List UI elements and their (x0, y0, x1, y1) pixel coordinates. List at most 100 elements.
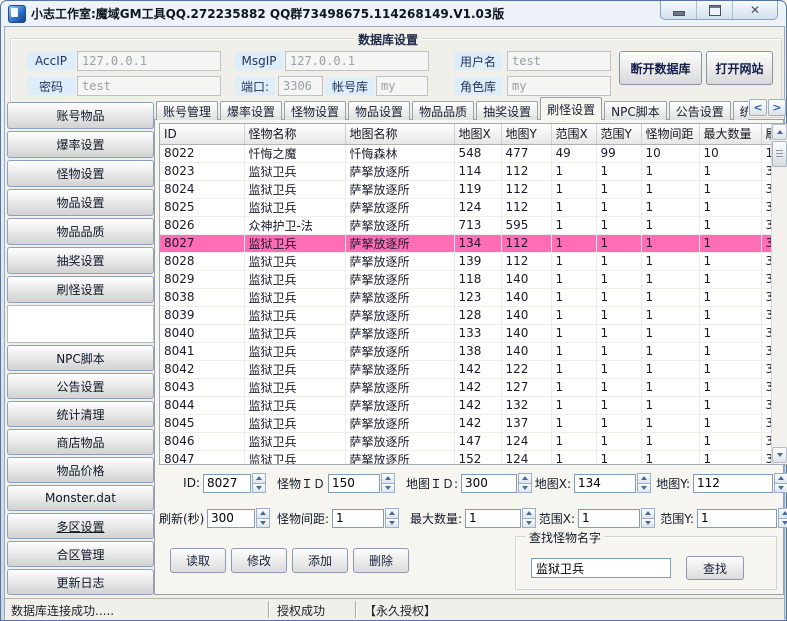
spinner-down-button[interactable] (381, 484, 395, 494)
column-header-8[interactable]: 怪物间距 (641, 124, 699, 144)
table-row[interactable]: 8045监狱卫兵萨拏放逐所14213711113 (160, 414, 771, 432)
vertical-scrollbar[interactable] (771, 124, 787, 464)
form-field-input-r1-1[interactable]: 8027 (203, 474, 251, 493)
sidebar-item-8[interactable]: NPC脚本 (7, 345, 154, 371)
sidebar-item-12[interactable]: 物品价格 (7, 457, 154, 483)
form-field-input-r2-2[interactable]: 1 (332, 509, 384, 528)
spinner-down-button[interactable] (522, 519, 536, 529)
role-db-input[interactable]: my (507, 76, 611, 96)
sidebar-item-15[interactable]: 合区管理 (7, 541, 154, 567)
column-header-5[interactable]: 地图Y (501, 124, 551, 144)
spinner-down-button[interactable] (518, 484, 532, 494)
tab-5[interactable]: 物品品质 (412, 101, 474, 120)
form-field-input-r2-5[interactable]: 1 (697, 509, 777, 528)
sidebar-item-3[interactable]: 怪物设置 (7, 160, 154, 187)
form-field-input-r1-3[interactable]: 300 (461, 474, 517, 493)
read-button[interactable]: 读取 (170, 548, 226, 573)
table-row[interactable]: 8038监狱卫兵萨拏放逐所12314011113 (160, 288, 771, 306)
sidebar-item-7[interactable]: 刷怪设置 (7, 276, 154, 303)
table-row[interactable]: 8047监狱卫兵萨拏放逐所15212411113 (160, 450, 771, 464)
column-header-3[interactable]: 地图名称 (345, 124, 454, 144)
sidebar-item-6[interactable]: 抽奖设置 (7, 247, 154, 274)
sidebar-item-1[interactable]: 账号物品 (7, 102, 154, 129)
spinner-up-button[interactable] (637, 473, 651, 484)
table-row[interactable]: 8024监狱卫兵萨拏放逐所11911211113 (160, 180, 771, 198)
scroll-down-button[interactable] (772, 447, 787, 463)
tab-6[interactable]: 抽奖设置 (476, 101, 538, 120)
tab-scroll-left-button[interactable]: < (749, 99, 767, 116)
spinner-up-button[interactable] (385, 508, 399, 519)
table-row[interactable]: 8025监狱卫兵萨拏放逐所12411211113 (160, 198, 771, 216)
form-field-input-r2-4[interactable]: 1 (578, 509, 640, 528)
column-header-4[interactable]: 地图X (454, 124, 501, 144)
sidebar-item-11[interactable]: 商店物品 (7, 429, 154, 455)
form-field-input-r1-2[interactable]: 150 (328, 474, 380, 493)
delete-button[interactable]: 删除 (353, 548, 409, 573)
spinner-up-button[interactable] (256, 508, 270, 519)
spinner-up-button[interactable] (252, 473, 266, 484)
close-button[interactable]: ✕ (733, 1, 777, 19)
spinner-down-button[interactable] (778, 519, 787, 529)
column-header-6[interactable]: 范围X (551, 124, 596, 144)
tab-8[interactable]: NPC脚本 (604, 101, 667, 120)
spinner-up-button[interactable] (522, 508, 536, 519)
tab-9[interactable]: 公告设置 (669, 101, 731, 120)
table-row[interactable]: 8028监狱卫兵萨拏放逐所13911211113 (160, 252, 771, 270)
table-row[interactable]: 8023监狱卫兵萨拏放逐所11411211113 (160, 162, 771, 180)
sidebar-item-5[interactable]: 物品品质 (7, 218, 154, 245)
tab-1[interactable]: 账号管理 (156, 101, 218, 120)
add-button[interactable]: 添加 (292, 548, 348, 573)
minimize-button[interactable] (661, 1, 697, 19)
tab-3[interactable]: 怪物设置 (284, 101, 346, 120)
table-row[interactable]: 8029监狱卫兵萨拏放逐所11814011113 (160, 270, 771, 288)
spinner-up-button[interactable] (778, 508, 787, 519)
spinner-down-button[interactable] (774, 484, 787, 494)
search-button[interactable]: 查找 (686, 556, 744, 580)
open-website-button[interactable]: 打开网站 (706, 51, 773, 85)
column-header-1[interactable]: ID (160, 124, 244, 144)
disconnect-db-button[interactable]: 断开数据库 (619, 51, 702, 85)
table-row[interactable]: 8040监狱卫兵萨拏放逐所13314011113 (160, 324, 771, 342)
table-row[interactable]: 8039监狱卫兵萨拏放逐所12814011113 (160, 306, 771, 324)
msgip-input[interactable]: 127.0.0.1 (285, 51, 429, 71)
table-row[interactable]: 8046监狱卫兵萨拏放逐所14712411113 (160, 432, 771, 450)
sidebar-item-14[interactable]: 多区设置 (7, 513, 154, 539)
tab-10[interactable]: 统计清理 (733, 101, 748, 120)
column-header-7[interactable]: 范围Y (596, 124, 641, 144)
scroll-up-button[interactable] (772, 124, 787, 140)
password-input[interactable]: test (77, 76, 221, 96)
modify-button[interactable]: 修改 (231, 548, 287, 573)
account-db-input[interactable]: my (376, 76, 428, 96)
form-field-input-r1-4[interactable]: 134 (574, 474, 636, 493)
port-input[interactable]: 3306 (278, 76, 323, 96)
spinner-down-button[interactable] (637, 484, 651, 494)
spinner-up-button[interactable] (381, 473, 395, 484)
sidebar-item-4[interactable]: 物品设置 (7, 189, 154, 216)
tab-4[interactable]: 物品设置 (348, 101, 410, 120)
spinner-down-button[interactable] (256, 519, 270, 529)
column-header-9[interactable]: 最大数量 (699, 124, 761, 144)
sidebar-item-13[interactable]: Monster.dat (7, 485, 154, 511)
spinner-down-button[interactable] (385, 519, 399, 529)
column-header-2[interactable]: 怪物名称 (244, 124, 345, 144)
table-row[interactable]: 8026众神护卫-法萨拏放逐所71359511113 (160, 216, 771, 234)
table-row[interactable]: 8041监狱卫兵萨拏放逐所13814011113 (160, 342, 771, 360)
column-header-10[interactable]: 刷 (761, 124, 771, 144)
scrollbar-thumb[interactable] (772, 141, 787, 167)
spinner-up-button[interactable] (774, 473, 787, 484)
tab-scroll-right-button[interactable]: > (768, 99, 786, 116)
table-row[interactable]: 8044监狱卫兵萨拏放逐所14213211113 (160, 396, 771, 414)
spinner-up-button[interactable] (518, 473, 532, 484)
maximize-button[interactable] (697, 1, 733, 19)
spinner-up-button[interactable] (641, 508, 655, 519)
sidebar-item-10[interactable]: 统计清理 (7, 401, 154, 427)
search-monster-input[interactable]: 监狱卫兵 (531, 558, 671, 578)
table-row[interactable]: 8043监狱卫兵萨拏放逐所14212711113 (160, 378, 771, 396)
form-field-input-r2-3[interactable]: 1 (465, 509, 521, 528)
accip-input[interactable]: 127.0.0.1 (77, 51, 221, 71)
sidebar-item-2[interactable]: 爆率设置 (7, 131, 154, 158)
form-field-input-r2-1[interactable]: 300 (207, 509, 255, 528)
username-input[interactable]: test (507, 51, 611, 71)
table-row[interactable]: 8042监狱卫兵萨拏放逐所14212211113 (160, 360, 771, 378)
sidebar-item-9[interactable]: 公告设置 (7, 373, 154, 399)
